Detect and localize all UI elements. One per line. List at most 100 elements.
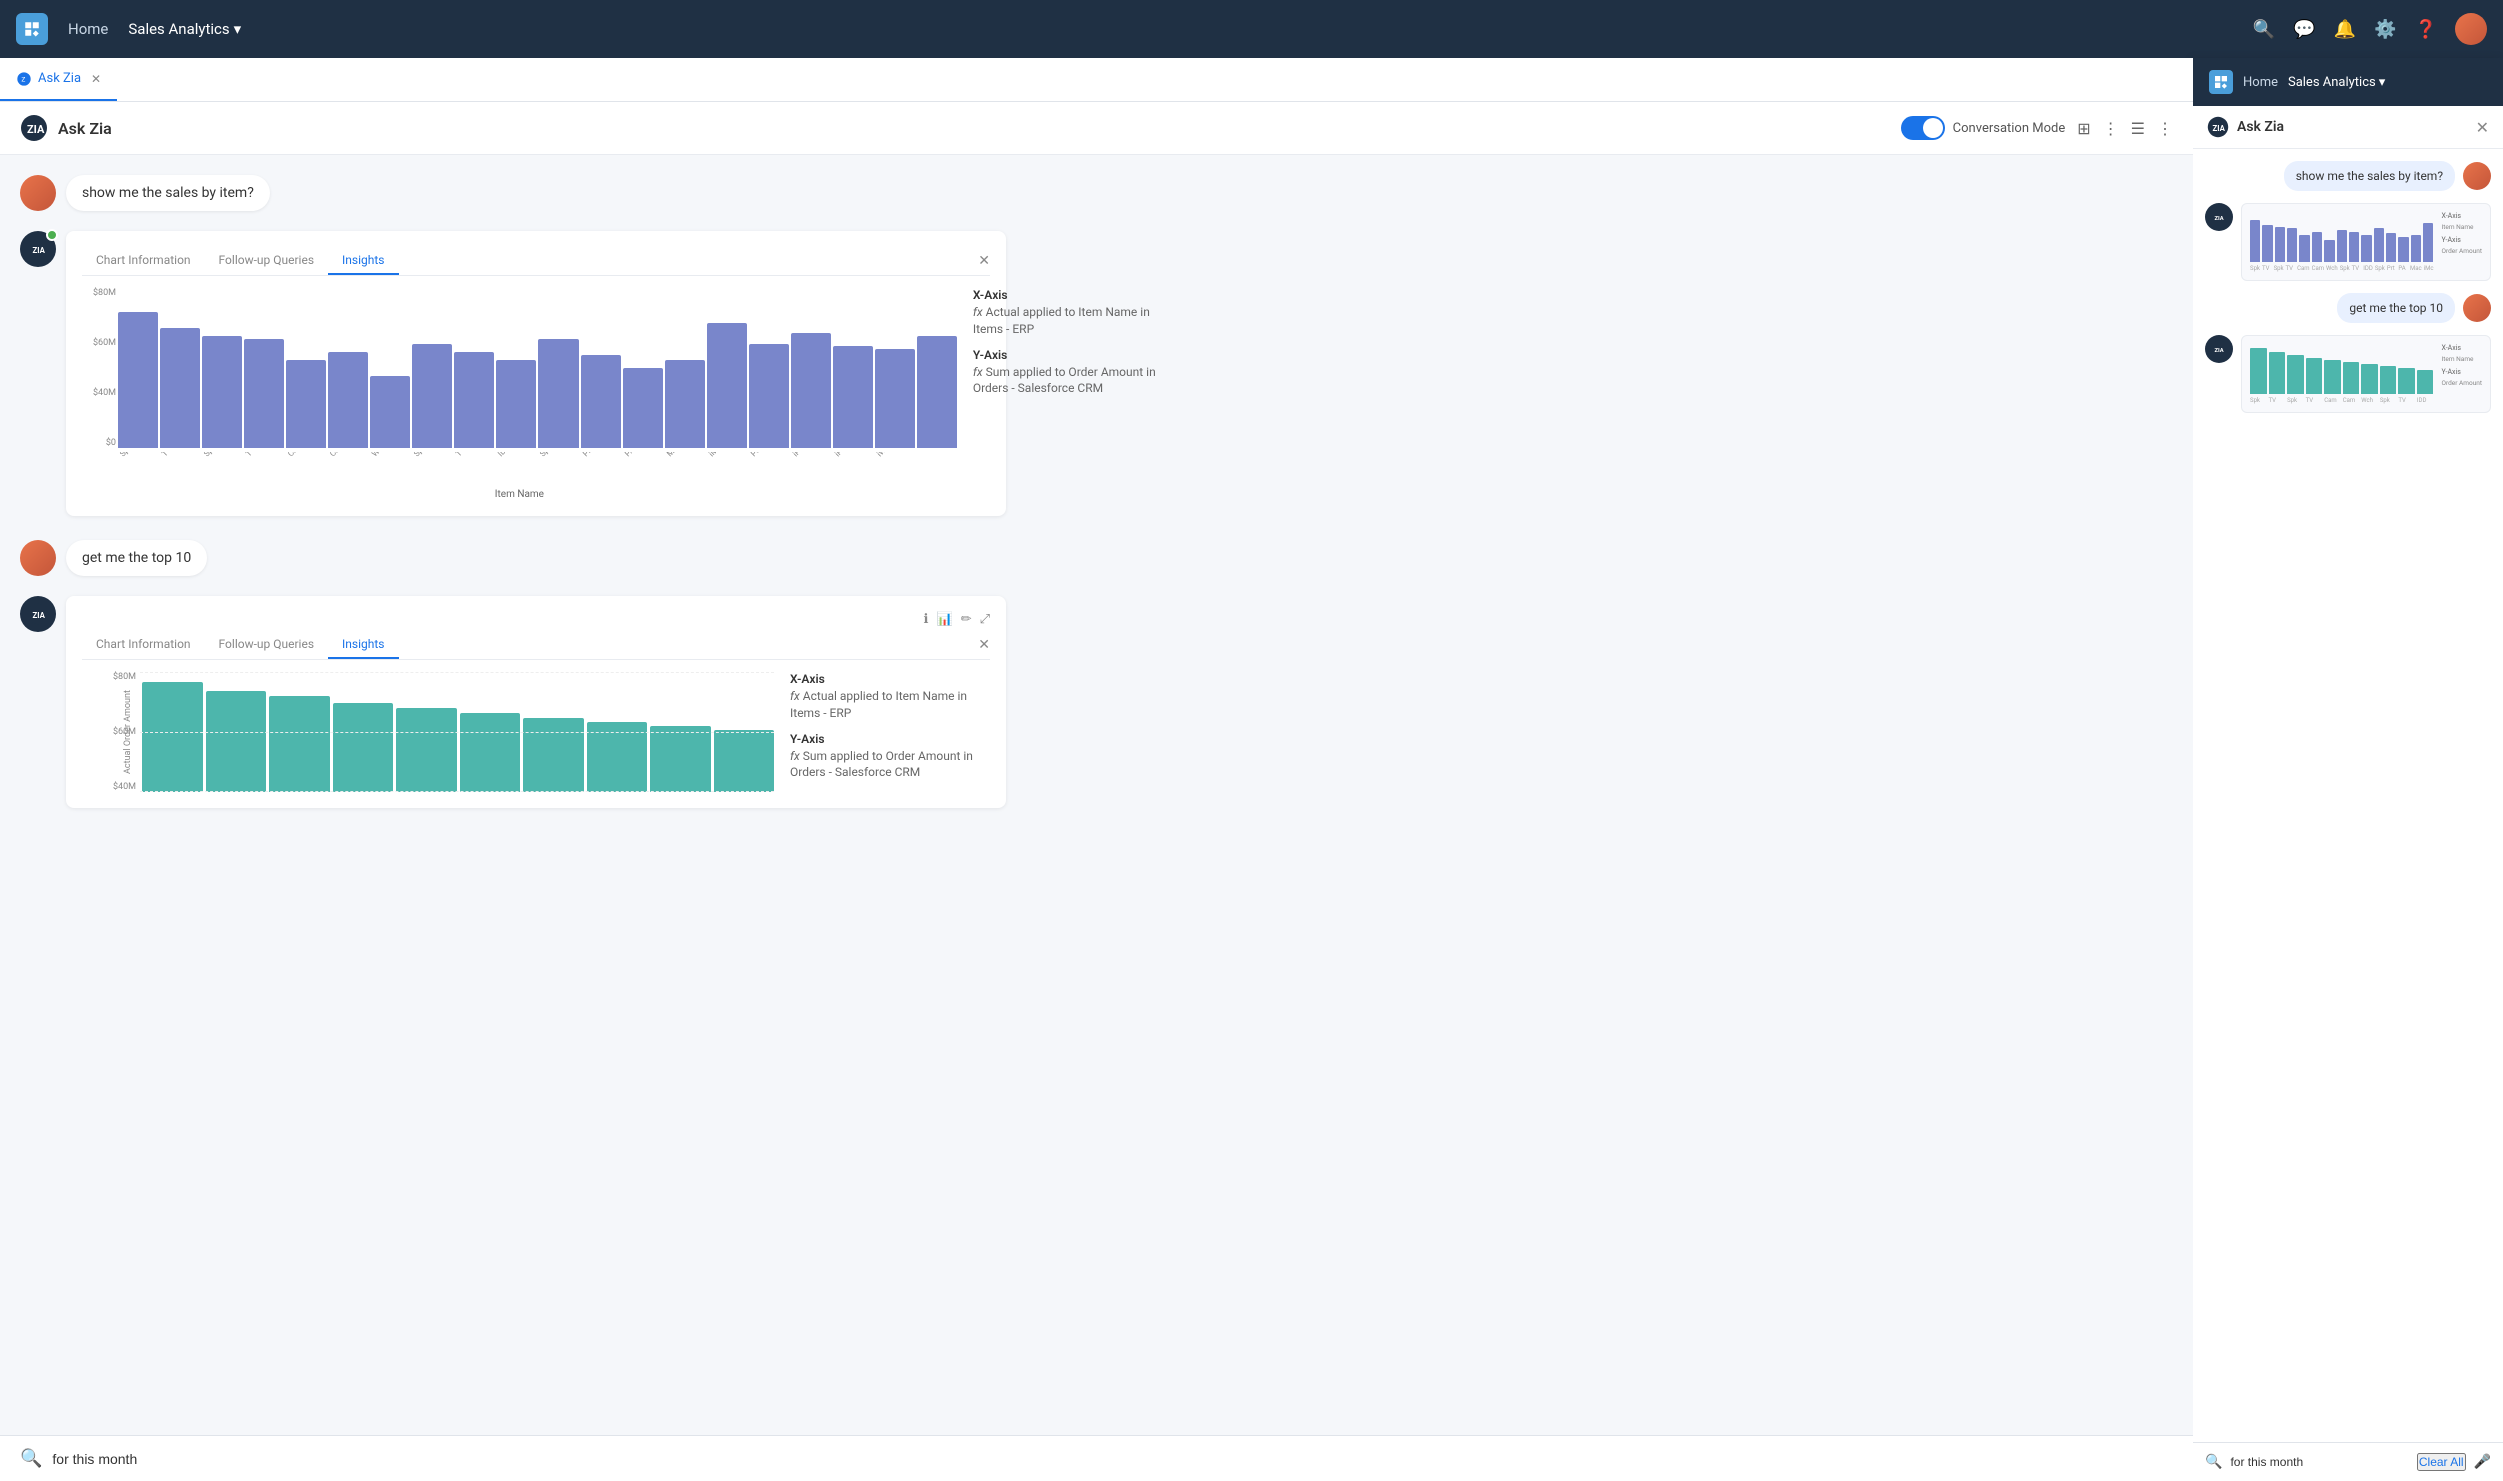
chart-tab-followup-2[interactable]: Follow-up Queries: [205, 631, 328, 659]
user-avatar-2: [20, 540, 56, 576]
chart-bars-wrap-2: $80M $60M $40M: [82, 672, 774, 792]
right-nav: Home Sales Analytics ▾: [2193, 58, 2503, 106]
user-avatar-1: [20, 175, 56, 211]
chart-card-2: ℹ 📊 ✏ ⤢ Chart Information Follow-up Quer…: [66, 596, 1006, 808]
chart-content-1: $80M $60M $40M $0: [82, 288, 990, 500]
search-icon[interactable]: 🔍: [2253, 19, 2275, 40]
right-nav-logo[interactable]: [2209, 70, 2233, 94]
chart-close-2[interactable]: ✕: [978, 637, 990, 653]
right-nav-analytics[interactable]: Sales Analytics ▾: [2288, 75, 2385, 90]
nav-analytics[interactable]: Sales Analytics ▾: [128, 20, 241, 38]
mini-bars-wrap-1: Spk TV Spk TV Cam Cam Wch Spk TV IDD Spk: [2250, 212, 2434, 272]
chart-tab-insights-1[interactable]: Insights: [328, 247, 398, 275]
right-zia-close[interactable]: ✕: [2476, 118, 2489, 137]
y-axis-detail-2: fx Sum applied to Order Amount in Orders…: [790, 748, 990, 782]
conversation-toggle[interactable]: Conversation Mode: [1901, 116, 2066, 140]
toggle-switch[interactable]: [1901, 116, 1945, 140]
mini-bar-13: [2398, 237, 2408, 262]
right-zia-avatar-1: ZIA: [2205, 203, 2233, 231]
list-view-icon[interactable]: ☰: [2131, 119, 2145, 138]
chart-tabs-2: Chart Information Follow-up Queries Insi…: [82, 631, 990, 660]
top-nav: Home Sales Analytics ▾ 🔍 💬 🔔 ⚙️ ❓: [0, 0, 2503, 58]
chart-content-2: $80M $60M $40M: [82, 672, 990, 792]
mini-teal-bar-6: [2343, 362, 2360, 394]
x-axis-detail-1: fx Actual applied to Item Name in Items …: [973, 304, 1173, 338]
mini-teal-bar-8: [2380, 366, 2397, 394]
bar-2: [160, 328, 200, 448]
chat-icon[interactable]: 💬: [2293, 19, 2315, 40]
chart-icon[interactable]: 📊: [937, 612, 953, 627]
bar-6: [328, 352, 368, 448]
chart-tab-info-2[interactable]: Chart Information: [82, 631, 205, 659]
right-chat-area: show me the sales by item? ZIA: [2193, 149, 2503, 1442]
chart-tab-insights-2[interactable]: Insights: [328, 631, 398, 659]
right-search-bar: 🔍 Clear All 🎤: [2193, 1442, 2503, 1481]
mini-chart-content-1: Spk TV Spk TV Cam Cam Wch Spk TV IDD Spk: [2250, 212, 2482, 272]
nav-dropdown-icon: ▾: [234, 20, 242, 38]
svg-text:ZIA: ZIA: [27, 123, 45, 136]
bar-19: [875, 349, 915, 448]
bars-container-1: [118, 288, 957, 448]
bar-14: [665, 360, 705, 448]
x-labels-1: Speaker-7.2 TV-OLED Speaker-5.2 TV-Curve…: [82, 452, 957, 461]
edit-icon[interactable]: ✏: [961, 612, 972, 627]
y-axis-title: Actual Order Amount: [123, 690, 133, 774]
tab-close-icon[interactable]: ✕: [91, 72, 101, 86]
bar-18: [833, 346, 873, 448]
right-search-icon: 🔍: [2205, 1454, 2222, 1470]
mini-bar-11: [2374, 228, 2384, 262]
grid-view-icon[interactable]: ⊞: [2077, 119, 2090, 138]
toggle-knob: [1923, 118, 1943, 138]
mini-bar-3: [2275, 227, 2285, 262]
help-icon[interactable]: ❓: [2415, 19, 2437, 40]
zia-header: ZIA Ask Zia Conversation Mode ⊞ ⋮ ☰ ⋮: [0, 102, 2193, 155]
mini-info-1: X-Axis Item Name Y-Axis Order Amount: [2442, 212, 2483, 272]
app-logo[interactable]: [16, 13, 48, 45]
chart-panel-info-2: X-Axis fx Actual applied to Item Name in…: [790, 672, 990, 792]
right-search-input[interactable]: [2230, 1455, 2408, 1469]
chart-close-1[interactable]: ✕: [978, 253, 990, 269]
mic-icon[interactable]: 🎤: [2474, 1454, 2491, 1470]
mini-bars-2: [2250, 344, 2434, 394]
chart-tab-followup-1[interactable]: Follow-up Queries: [205, 247, 328, 275]
info-icon[interactable]: ℹ: [924, 612, 929, 627]
more-options-icon[interactable]: ⋮: [2103, 119, 2119, 138]
right-zia-title: Ask Zia: [2237, 119, 2284, 135]
x-axis-label-2: X-Axis: [790, 672, 990, 686]
chart-card-1: Chart Information Follow-up Queries Insi…: [66, 231, 1006, 516]
mini-bar-15: [2423, 223, 2433, 262]
right-user-bubble-1: show me the sales by item?: [2284, 161, 2455, 191]
bar-11: [538, 339, 578, 448]
right-zia-avatar-2: ZIA: [2205, 335, 2233, 363]
bar-7: [370, 376, 410, 448]
right-user-avatar-1: [2463, 162, 2491, 190]
y-axis-label-2: Y-Axis: [790, 732, 990, 746]
nav-right: 🔍 💬 🔔 ⚙️ ❓: [2253, 13, 2487, 45]
settings-panel-icon[interactable]: ⋮: [2157, 119, 2173, 138]
zia-response-2: ZIA ℹ 📊 ✏ ⤢ Chart Information Follow-up …: [20, 596, 2173, 808]
svg-text:ZIA: ZIA: [2215, 216, 2224, 222]
zia-logo: ZIA: [20, 114, 48, 142]
right-nav-home[interactable]: Home: [2243, 75, 2278, 90]
settings-icon[interactable]: ⚙️: [2374, 19, 2396, 40]
expand-icon[interactable]: ⤢: [980, 612, 990, 627]
svg-text:ZIA: ZIA: [2213, 124, 2226, 133]
bell-icon[interactable]: 🔔: [2334, 19, 2356, 40]
ask-zia-tab[interactable]: Z Ask Zia ✕: [0, 58, 117, 101]
bar-13: [623, 368, 663, 448]
y-axis-label-1: Y-Axis: [973, 348, 1173, 362]
clear-all-button[interactable]: Clear All: [2417, 1453, 2466, 1471]
teal-bar-2: [206, 691, 267, 792]
user-message-1: show me the sales by item?: [20, 175, 2173, 211]
nav-home[interactable]: Home: [68, 20, 108, 38]
chart-tab-info-1[interactable]: Chart Information: [82, 247, 205, 275]
mini-teal-bar-5: [2324, 360, 2341, 394]
chart-x-title-1: Item Name: [82, 489, 957, 500]
mini-bar-1: [2250, 220, 2260, 263]
bar-20: [917, 336, 957, 448]
right-user-msg-1: show me the sales by item?: [2205, 161, 2491, 191]
right-panel: Home Sales Analytics ▾ ZIA Ask Zia ✕ sho…: [2193, 58, 2503, 1481]
main-search-input[interactable]: [52, 1451, 2173, 1467]
y-tick-80m-2: $80M: [82, 672, 140, 682]
user-avatar[interactable]: [2455, 13, 2487, 45]
